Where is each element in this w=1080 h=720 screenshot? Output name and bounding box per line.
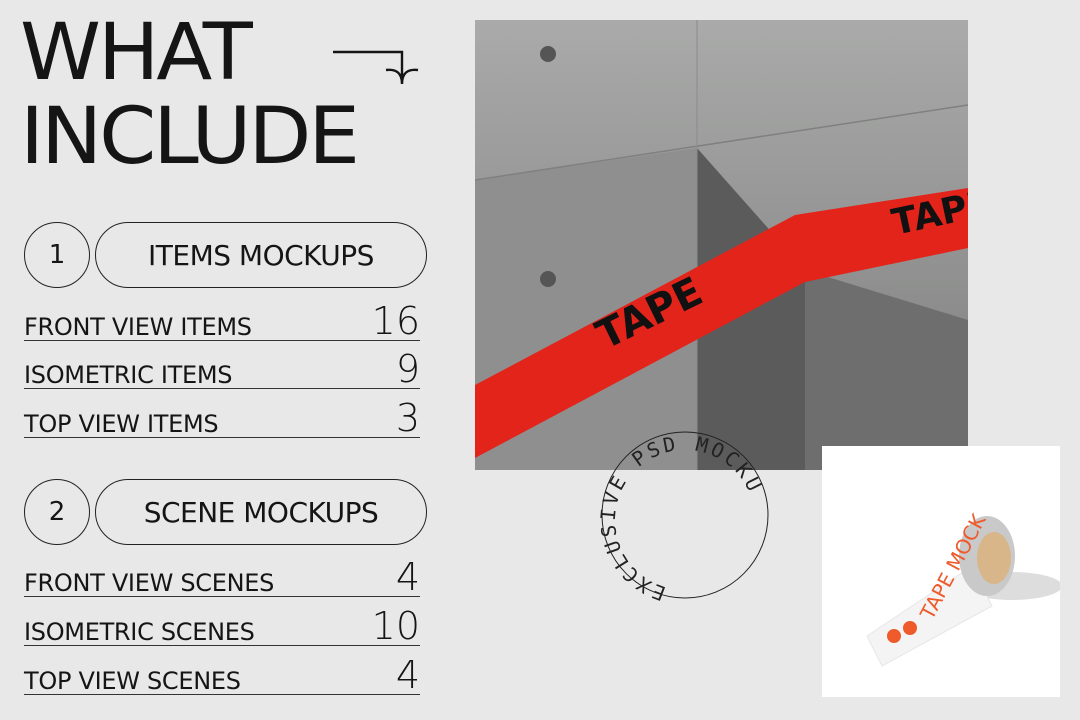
section-number-1: 1	[24, 222, 90, 288]
item-count: 4	[395, 653, 420, 697]
arrow-right-down-icon	[333, 50, 419, 85]
section-pill-items-mockups: ITEMS MOCKUPS	[95, 222, 427, 288]
item-count: 9	[395, 347, 420, 391]
concrete-tape-photo: TAPE TAPE	[475, 20, 968, 470]
promo-canvas: WHAT INCLUDE 1 ITEMS MOCKUPS FRONT VIEW …	[0, 0, 1080, 720]
list-item: ISOMETRIC ITEMS 9	[24, 344, 420, 391]
item-label: TOP VIEW ITEMS	[24, 410, 219, 438]
item-label: TOP VIEW SCENES	[24, 667, 241, 695]
list-item: ISOMETRIC SCENES 10	[24, 601, 420, 648]
item-label: FRONT VIEW ITEMS	[24, 313, 252, 341]
item-label: ISOMETRIC ITEMS	[24, 361, 233, 389]
stamp-text: EXCLUSIVE PSD MOCKU	[595, 430, 775, 610]
item-label: ISOMETRIC SCENES	[24, 618, 255, 646]
item-count: 10	[371, 604, 420, 648]
list-item: TOP VIEW SCENES 4	[24, 650, 420, 697]
item-count: 3	[395, 396, 420, 440]
product-tape-roll-card: TAPE MOCK	[822, 446, 1062, 697]
item-count: 16	[371, 299, 420, 343]
circular-stamp: EXCLUSIVE PSD MOCKU	[595, 430, 775, 610]
list-item: FRONT VIEW ITEMS 16	[24, 296, 420, 343]
title-line-2: INCLUDE	[20, 92, 360, 182]
section-number-2: 2	[24, 479, 90, 545]
section-pill-scene-mockups: SCENE MOCKUPS	[95, 479, 427, 545]
item-label: FRONT VIEW SCENES	[24, 569, 275, 597]
list-item: TOP VIEW ITEMS 3	[24, 393, 420, 440]
title-line-1: WHAT	[20, 8, 253, 98]
item-count: 4	[395, 555, 420, 599]
svg-text:EXCLUSIVE PSD MOCKU: EXCLUSIVE PSD MOCKU	[595, 430, 775, 610]
list-item: FRONT VIEW SCENES 4	[24, 552, 420, 599]
